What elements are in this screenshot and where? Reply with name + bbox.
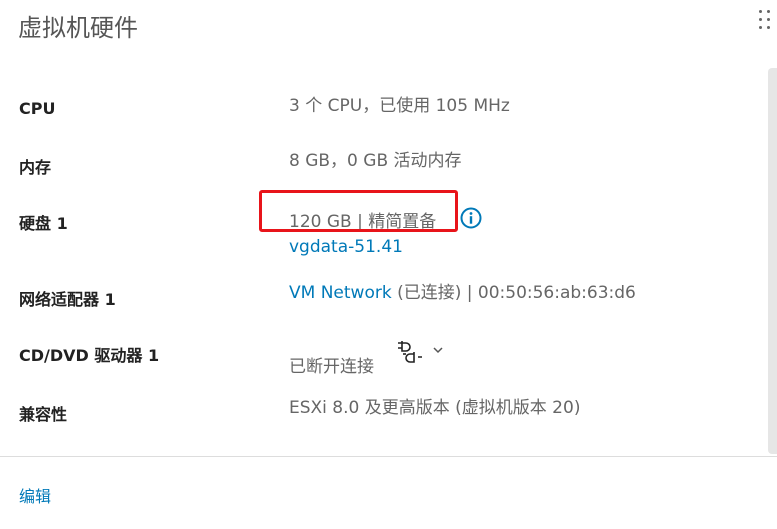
drag-dot (767, 26, 770, 29)
compat-label: 兼容性 (19, 405, 68, 424)
network-link[interactable]: VM Network (289, 283, 392, 303)
network-value: VM Network (已连接) | 00:50:56:ab:63:d6 (289, 278, 636, 303)
drag-dot (767, 10, 770, 13)
vm-hardware-panel: 虚拟机硬件 CPU 3 个 CPU，已使用 105 MHz 内存 8 GB，0 … (0, 0, 777, 529)
memory-value: 8 GB，0 GB 活动内存 (289, 151, 462, 171)
panel-title: 虚拟机硬件 (18, 14, 138, 42)
drag-dot (759, 18, 762, 21)
drag-handle-icon[interactable] (759, 10, 771, 30)
info-circle-icon[interactable] (460, 207, 482, 229)
edit-link[interactable]: 编辑 (19, 483, 51, 507)
compat-value: ESXi 8.0 及更高版本 (虚拟机版本 20) (289, 398, 581, 418)
network-label: 网络适配器 1 (19, 290, 116, 309)
highlight-box (259, 190, 458, 232)
drag-dot (767, 18, 770, 21)
cpu-value: 3 个 CPU，已使用 105 MHz (289, 96, 510, 116)
drag-dot (759, 10, 762, 13)
cdrom-value: 已断开连接 (289, 357, 374, 377)
disk-label: 硬盘 1 (19, 214, 68, 233)
divider (0, 456, 777, 457)
cpu-label: CPU (19, 99, 56, 118)
cdrom-label: CD/DVD 驱动器 1 (19, 346, 160, 365)
drag-dot (759, 26, 762, 29)
memory-label: 内存 (19, 158, 52, 177)
datastore-link[interactable]: vgdata-51.41 (289, 237, 403, 257)
disconnected-plug-icon (398, 341, 422, 363)
chevron-down-icon[interactable] (432, 345, 444, 355)
scrollbar[interactable] (768, 68, 777, 454)
network-status: (已连接) | 00:50:56:ab:63:d6 (391, 283, 636, 303)
